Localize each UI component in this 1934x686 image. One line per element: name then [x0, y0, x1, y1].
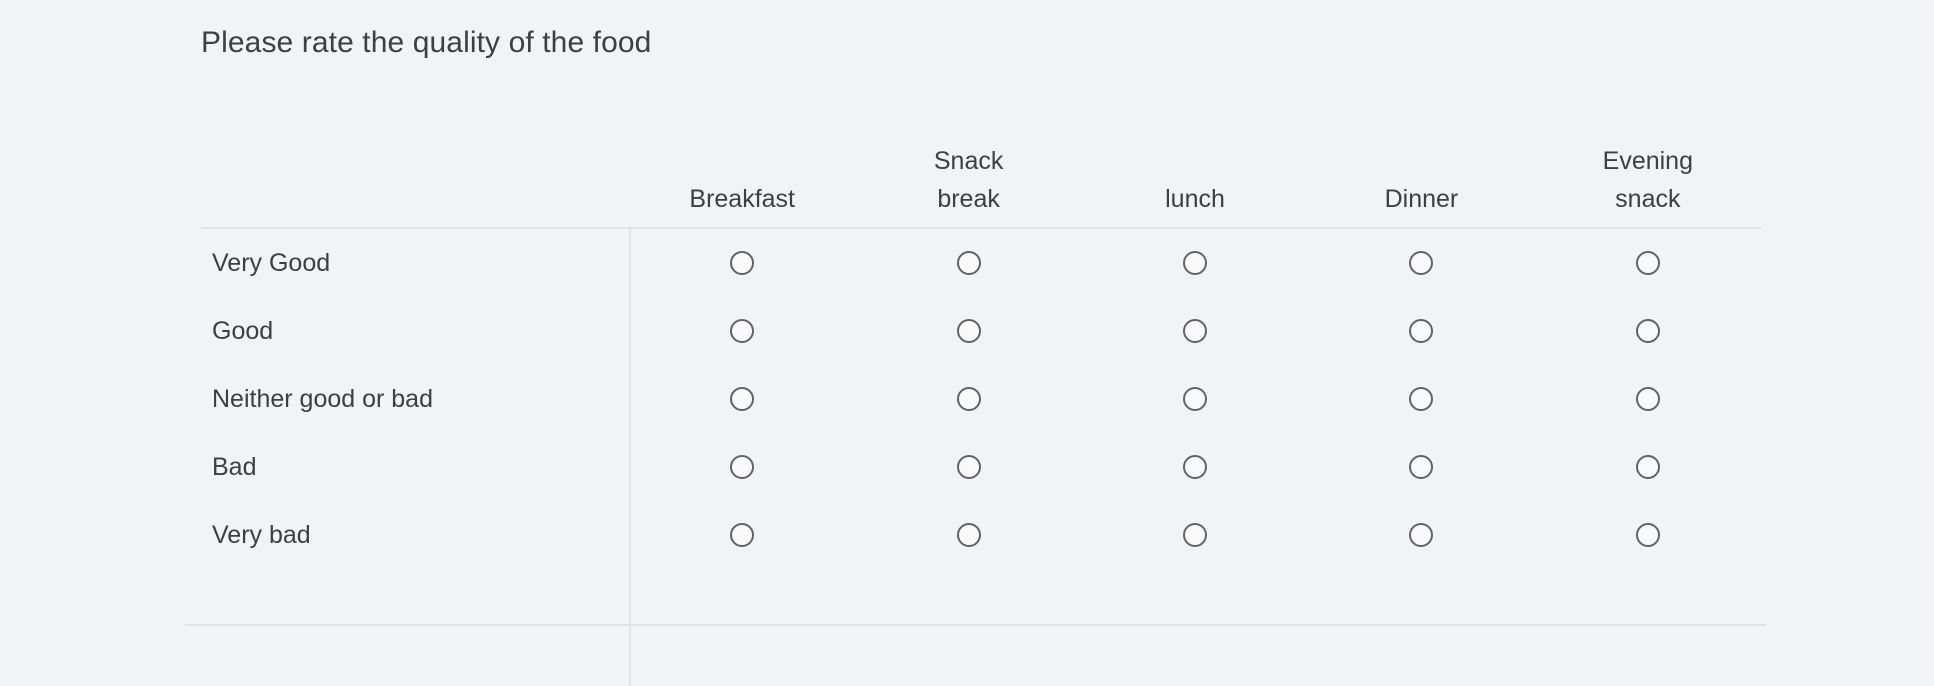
row-label: Good — [212, 317, 273, 346]
row-label: Bad — [212, 453, 256, 482]
cell-bad-dinner[interactable] — [1308, 433, 1534, 501]
matrix-header-row: Breakfast Snack break lunch Dinner Eveni… — [201, 108, 1761, 229]
cell-bad-evening-snack[interactable] — [1535, 433, 1761, 501]
cell-bad-breakfast[interactable] — [629, 433, 855, 501]
radio-unselected-icon[interactable] — [957, 523, 981, 547]
radio-unselected-icon[interactable] — [1636, 455, 1660, 479]
radio-unselected-icon[interactable] — [1636, 387, 1660, 411]
radio-unselected-icon[interactable] — [1409, 319, 1433, 343]
table-row: Very Good — [201, 229, 1761, 297]
column-header-dinner: Dinner — [1308, 108, 1534, 227]
rating-matrix: Breakfast Snack break lunch Dinner Eveni… — [201, 108, 1761, 569]
radio-unselected-icon[interactable] — [1636, 523, 1660, 547]
table-row: Very bad — [201, 501, 1761, 569]
cell-neither-breakfast[interactable] — [629, 365, 855, 433]
row-options — [629, 297, 1761, 365]
column-header-evening-snack: Evening snack — [1535, 108, 1761, 227]
cell-neither-snack-break[interactable] — [855, 365, 1081, 433]
cell-bad-snack-break[interactable] — [855, 433, 1081, 501]
row-label-very-bad: Very bad — [201, 521, 629, 550]
radio-unselected-icon[interactable] — [1409, 387, 1433, 411]
row-label-good: Good — [201, 317, 629, 346]
row-options — [629, 229, 1761, 297]
radio-unselected-icon[interactable] — [730, 319, 754, 343]
table-row: Bad — [201, 433, 1761, 501]
radio-unselected-icon[interactable] — [1183, 251, 1207, 275]
row-label: Very Good — [212, 249, 330, 278]
matrix-column-headers: Breakfast Snack break lunch Dinner Eveni… — [629, 108, 1761, 227]
cell-neither-lunch[interactable] — [1082, 365, 1308, 433]
row-options — [629, 501, 1761, 569]
column-header-label: lunch — [1165, 180, 1225, 219]
table-row: Good — [201, 297, 1761, 365]
radio-unselected-icon[interactable] — [730, 455, 754, 479]
radio-unselected-icon[interactable] — [1636, 319, 1660, 343]
radio-unselected-icon[interactable] — [957, 319, 981, 343]
row-label: Very bad — [212, 521, 311, 550]
table-row: Neither good or bad — [201, 365, 1761, 433]
cell-very-bad-breakfast[interactable] — [629, 501, 855, 569]
section-divider — [185, 624, 1766, 626]
matrix-header-corner — [201, 108, 629, 227]
radio-unselected-icon[interactable] — [1409, 251, 1433, 275]
radio-unselected-icon[interactable] — [1636, 251, 1660, 275]
row-options — [629, 433, 1761, 501]
radio-unselected-icon[interactable] — [957, 387, 981, 411]
cell-neither-evening-snack[interactable] — [1535, 365, 1761, 433]
row-options — [629, 365, 1761, 433]
cell-good-snack-break[interactable] — [855, 297, 1081, 365]
cell-neither-dinner[interactable] — [1308, 365, 1534, 433]
row-label-neither-good-or-bad: Neither good or bad — [201, 385, 629, 414]
page-title: Please rate the quality of the food — [201, 26, 651, 60]
row-label-very-good: Very Good — [201, 249, 629, 278]
radio-unselected-icon[interactable] — [1183, 387, 1207, 411]
radio-unselected-icon[interactable] — [1183, 455, 1207, 479]
cell-very-bad-snack-break[interactable] — [855, 501, 1081, 569]
cell-very-good-snack-break[interactable] — [855, 229, 1081, 297]
column-header-label: Breakfast — [689, 180, 795, 219]
cell-very-bad-lunch[interactable] — [1082, 501, 1308, 569]
radio-unselected-icon[interactable] — [730, 387, 754, 411]
cell-very-good-dinner[interactable] — [1308, 229, 1534, 297]
column-divider — [629, 229, 631, 686]
cell-bad-lunch[interactable] — [1082, 433, 1308, 501]
radio-unselected-icon[interactable] — [1409, 523, 1433, 547]
cell-very-bad-evening-snack[interactable] — [1535, 501, 1761, 569]
survey-matrix-question: Please rate the quality of the food Brea… — [0, 0, 1934, 656]
radio-unselected-icon[interactable] — [1409, 455, 1433, 479]
column-header-label: Snack break — [904, 142, 1034, 220]
cell-very-good-lunch[interactable] — [1082, 229, 1308, 297]
matrix-body: Very Good — [201, 229, 1761, 569]
column-header-breakfast: Breakfast — [629, 108, 855, 227]
radio-unselected-icon[interactable] — [957, 251, 981, 275]
cell-good-breakfast[interactable] — [629, 297, 855, 365]
radio-unselected-icon[interactable] — [730, 251, 754, 275]
radio-unselected-icon[interactable] — [957, 455, 981, 479]
cell-good-lunch[interactable] — [1082, 297, 1308, 365]
cell-very-good-evening-snack[interactable] — [1535, 229, 1761, 297]
row-label: Neither good or bad — [212, 385, 433, 414]
column-header-label: Dinner — [1385, 180, 1459, 219]
cell-good-evening-snack[interactable] — [1535, 297, 1761, 365]
column-header-lunch: lunch — [1082, 108, 1308, 227]
radio-unselected-icon[interactable] — [1183, 523, 1207, 547]
radio-unselected-icon[interactable] — [1183, 319, 1207, 343]
cell-very-good-breakfast[interactable] — [629, 229, 855, 297]
column-header-snack-break: Snack break — [855, 108, 1081, 227]
cell-good-dinner[interactable] — [1308, 297, 1534, 365]
radio-unselected-icon[interactable] — [730, 523, 754, 547]
cell-very-bad-dinner[interactable] — [1308, 501, 1534, 569]
row-label-bad: Bad — [201, 453, 629, 482]
column-header-label: Evening snack — [1583, 142, 1713, 220]
